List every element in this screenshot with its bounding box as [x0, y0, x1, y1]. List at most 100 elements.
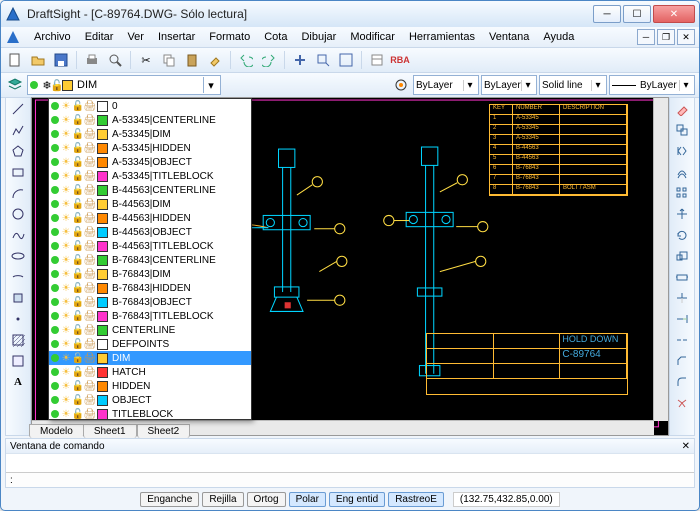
close-icon[interactable]: ✕: [682, 441, 690, 452]
menu-editar[interactable]: Editar: [78, 29, 121, 45]
tab-sheet1[interactable]: Sheet1: [83, 424, 137, 438]
move-tool[interactable]: [673, 205, 691, 223]
maximize-button[interactable]: ☐: [623, 5, 651, 23]
paint-button[interactable]: [205, 50, 225, 70]
pan-button[interactable]: [290, 50, 310, 70]
color-dropdown[interactable]: ByLayer▾: [413, 75, 479, 95]
rectangle-tool[interactable]: [9, 163, 27, 181]
layer-row[interactable]: ☀ 🔓 🖨 B-44563|DIM: [49, 197, 251, 211]
menu-formato[interactable]: Formato: [202, 29, 257, 45]
mdi-minimize-button[interactable]: ─: [637, 29, 655, 45]
color-button[interactable]: [391, 75, 411, 95]
layer-row[interactable]: ☀ 🔓 🖨 B-44563|HIDDEN: [49, 211, 251, 225]
menu-cota[interactable]: Cota: [257, 29, 294, 45]
layer-row[interactable]: ☀ 🔓 🖨 A-53345|TITLEBLOCK: [49, 169, 251, 183]
arc-tool[interactable]: [9, 184, 27, 202]
layer-dropdown-list[interactable]: ☀ 🔓 🖨 0 ☀ 🔓 🖨 A-53345|CENTERLINE ☀ 🔓 🖨 A…: [48, 98, 252, 420]
status-polar[interactable]: Polar: [289, 492, 326, 507]
redo-button[interactable]: [259, 50, 279, 70]
undo-button[interactable]: [236, 50, 256, 70]
paste-button[interactable]: [182, 50, 202, 70]
print-button[interactable]: [82, 50, 102, 70]
spline-tool[interactable]: [9, 226, 27, 244]
layer-row[interactable]: ☀ 🔓 🖨 A-53345|CENTERLINE: [49, 113, 251, 127]
layer-manager-button[interactable]: [5, 75, 25, 95]
command-history[interactable]: [6, 454, 694, 472]
new-button[interactable]: [5, 50, 25, 70]
layer-row[interactable]: ☀ 🔓 🖨 B-76843|HIDDEN: [49, 281, 251, 295]
linetype-layer-dropdown[interactable]: ByLayer▾: [481, 75, 537, 95]
layer-row[interactable]: ☀ 🔓 🖨 TITLEBLOCK: [49, 407, 251, 420]
status-rejilla[interactable]: Rejilla: [202, 492, 243, 507]
text-button[interactable]: RBA: [390, 50, 410, 70]
stretch-tool[interactable]: [673, 268, 691, 286]
menu-archivo[interactable]: Archivo: [27, 29, 78, 45]
menu-ventana[interactable]: Ventana: [482, 29, 536, 45]
layer-row[interactable]: ☀ 🔓 🖨 A-53345|OBJECT: [49, 155, 251, 169]
chamfer-tool[interactable]: [673, 352, 691, 370]
explode-tool[interactable]: [673, 394, 691, 412]
menu-ver[interactable]: Ver: [120, 29, 151, 45]
zoom-extents-button[interactable]: [336, 50, 356, 70]
drawing-canvas[interactable]: KEYNUMBERDESCRIPTION 1A-533452A-533453A-…: [31, 97, 669, 436]
layer-row[interactable]: ☀ 🔓 🖨 B-76843|CENTERLINE: [49, 253, 251, 267]
scale-tool[interactable]: [673, 247, 691, 265]
chevron-down-icon[interactable]: ▾: [203, 77, 218, 93]
preview-button[interactable]: [105, 50, 125, 70]
ellipse-tool[interactable]: [9, 247, 27, 265]
menu-herramientas[interactable]: Herramientas: [402, 29, 482, 45]
cut-button[interactable]: ✂: [136, 50, 156, 70]
menu-insertar[interactable]: Insertar: [151, 29, 202, 45]
lineweight-dropdown[interactable]: ByLayer▾: [609, 75, 695, 95]
layer-row[interactable]: ☀ 🔓 🖨 B-76843|TITLEBLOCK: [49, 309, 251, 323]
erase-tool[interactable]: [673, 100, 691, 118]
break-tool[interactable]: [673, 331, 691, 349]
line-tool[interactable]: [9, 100, 27, 118]
layer-row[interactable]: ☀ 🔓 🖨 HIDDEN: [49, 379, 251, 393]
layer-row[interactable]: ☀ 🔓 🖨 B-44563|TITLEBLOCK: [49, 239, 251, 253]
properties-button[interactable]: [367, 50, 387, 70]
status-eng entid[interactable]: Eng entid: [329, 492, 385, 507]
tab-sheet2[interactable]: Sheet2: [137, 424, 191, 438]
close-button[interactable]: ✕: [653, 5, 695, 23]
layer-row[interactable]: ☀ 🔓 🖨 B-76843|DIM: [49, 267, 251, 281]
mirror-tool[interactable]: [673, 142, 691, 160]
ellipse-arc-tool[interactable]: [9, 268, 27, 286]
offset-tool[interactable]: [673, 163, 691, 181]
minimize-button[interactable]: ─: [593, 5, 621, 23]
layer-row[interactable]: ☀ 🔓 🖨 B-44563|OBJECT: [49, 225, 251, 239]
point-tool[interactable]: [9, 310, 27, 328]
zoom-window-button[interactable]: [313, 50, 333, 70]
layer-row[interactable]: ☀ 🔓 🖨 A-53345|DIM: [49, 127, 251, 141]
layer-row[interactable]: ☀ 🔓 🖨 HATCH: [49, 365, 251, 379]
layer-row[interactable]: ☀ 🔓 🖨 OBJECT: [49, 393, 251, 407]
open-button[interactable]: [28, 50, 48, 70]
status-ortog[interactable]: Ortog: [247, 492, 286, 507]
polyline-tool[interactable]: [9, 121, 27, 139]
polygon-tool[interactable]: [9, 142, 27, 160]
fillet-tool[interactable]: [673, 373, 691, 391]
mdi-close-button[interactable]: ✕: [677, 29, 695, 45]
command-input[interactable]: :: [6, 472, 694, 487]
mdi-restore-button[interactable]: ❐: [657, 29, 675, 45]
menu-ayuda[interactable]: Ayuda: [536, 29, 581, 45]
linetype-dropdown[interactable]: Solid line▾: [539, 75, 607, 95]
layer-combo[interactable]: ❄ 🔓 DIM ▾: [27, 75, 221, 95]
copy-button[interactable]: [159, 50, 179, 70]
region-tool[interactable]: [9, 352, 27, 370]
menu-modificar[interactable]: Modificar: [343, 29, 402, 45]
array-tool[interactable]: [673, 184, 691, 202]
layer-row[interactable]: ☀ 🔓 🖨 0: [49, 99, 251, 113]
vertical-scrollbar[interactable]: [653, 98, 668, 421]
trim-tool[interactable]: [673, 289, 691, 307]
note-tool[interactable]: A: [9, 373, 27, 391]
rotate-tool[interactable]: [673, 226, 691, 244]
copy-tool[interactable]: [673, 121, 691, 139]
extend-tool[interactable]: [673, 310, 691, 328]
layer-row[interactable]: ☀ 🔓 🖨 A-53345|HIDDEN: [49, 141, 251, 155]
tab-modelo[interactable]: Modelo: [29, 424, 83, 438]
layer-row[interactable]: ☀ 🔓 🖨 B-76843|OBJECT: [49, 295, 251, 309]
status-rastreoe[interactable]: RastreoE: [388, 492, 444, 507]
save-button[interactable]: [51, 50, 71, 70]
layer-row[interactable]: ☀ 🔓 🖨 DEFPOINTS: [49, 337, 251, 351]
